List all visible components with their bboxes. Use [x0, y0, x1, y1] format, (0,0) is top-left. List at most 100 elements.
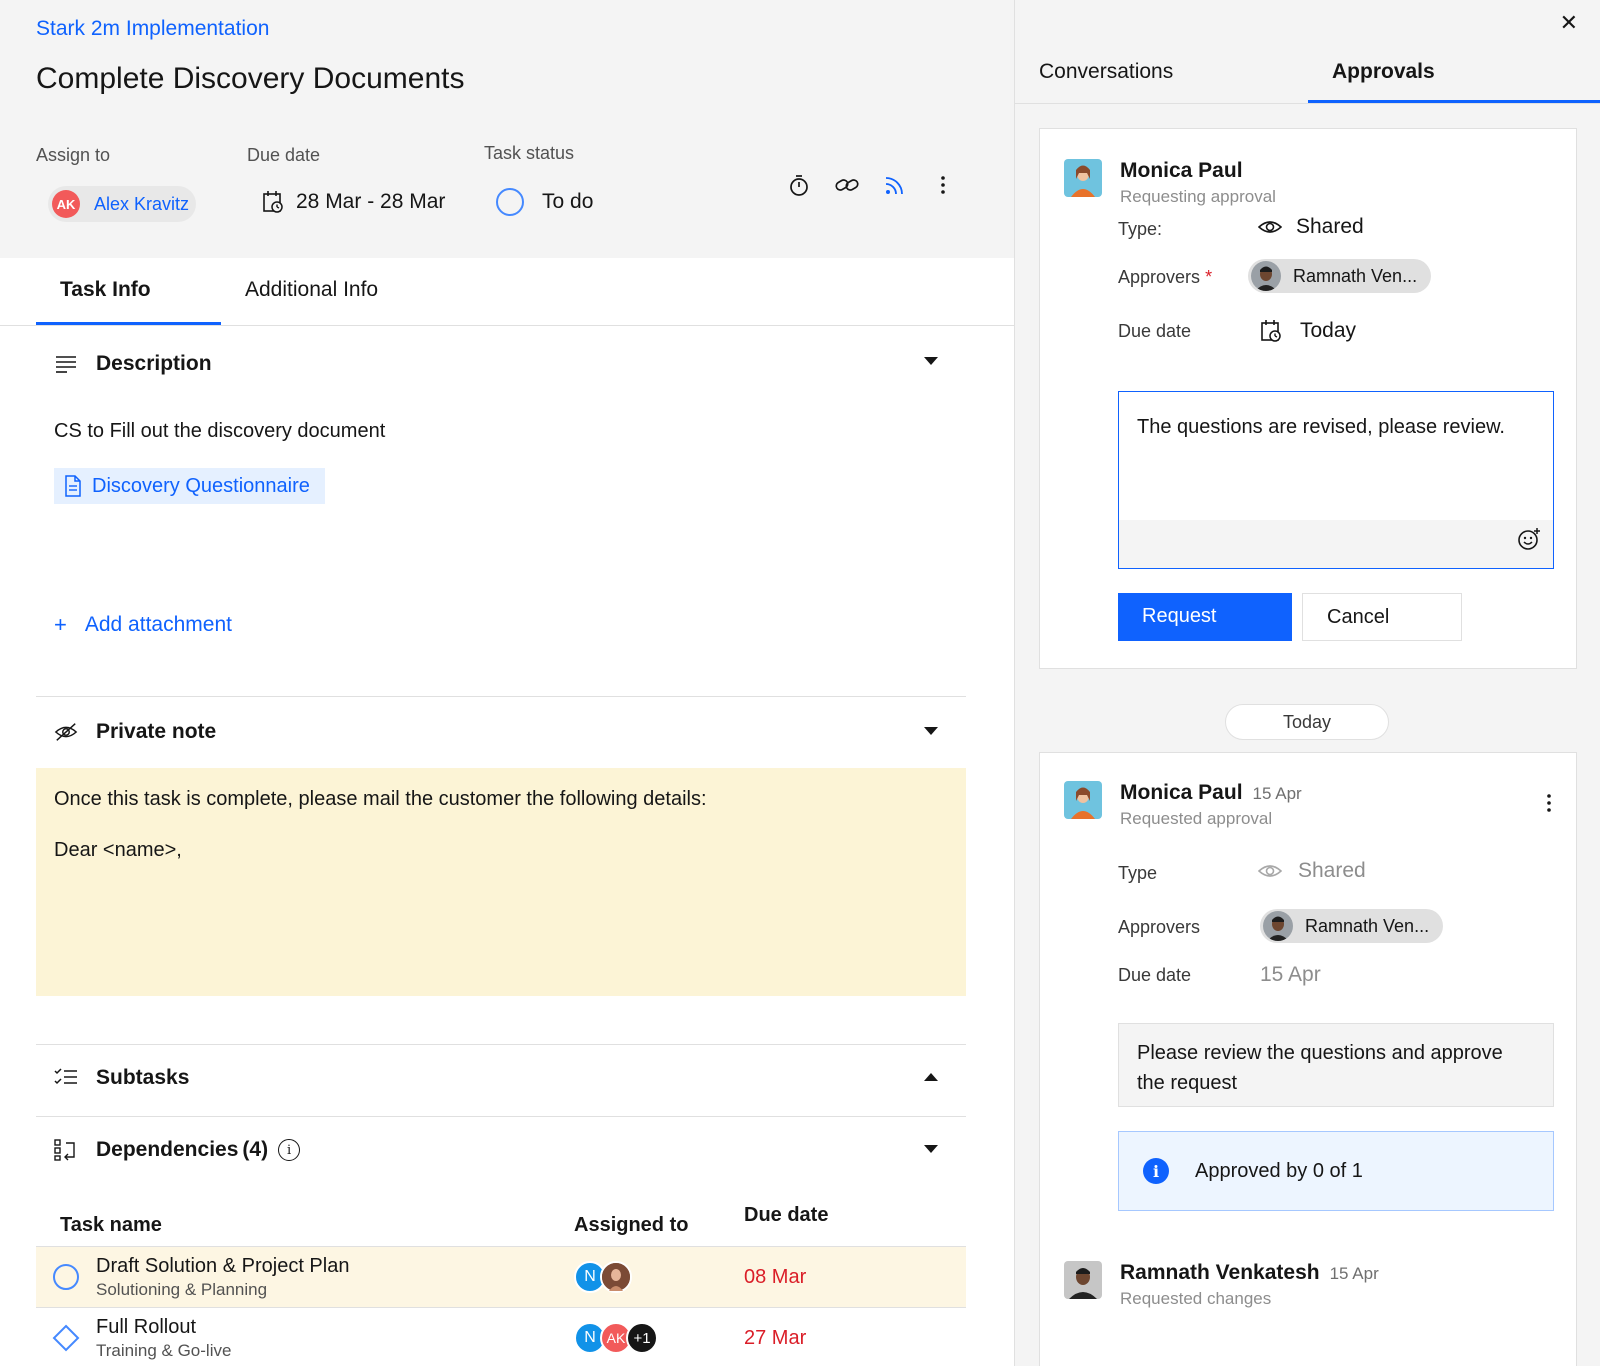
type-value: Shared	[1298, 859, 1366, 882]
tab-additional-info[interactable]: Additional Info	[221, 262, 406, 325]
plus-icon: +	[54, 612, 67, 637]
subtasks-section-toggle[interactable]: Subtasks	[54, 1066, 189, 1090]
breadcrumb-project-link[interactable]: Stark 2m Implementation	[36, 17, 269, 41]
type-label: Type	[1118, 863, 1158, 883]
close-icon[interactable]: ✕	[1560, 10, 1578, 36]
approval-status-text: Approved by 0 of 1	[1195, 1159, 1363, 1182]
chevron-down-icon[interactable]	[924, 1145, 938, 1153]
tab-conversations[interactable]: Conversations	[1015, 48, 1308, 103]
avatar-photo	[600, 1261, 632, 1293]
avatar: AK	[52, 190, 80, 218]
approvers-readonly: Ramnath Ven...	[1260, 909, 1444, 943]
eye-icon	[1258, 221, 1282, 233]
attachment-link[interactable]: Discovery Questionnaire	[54, 468, 325, 504]
type-dropdown[interactable]: Shared	[1258, 215, 1364, 239]
column-header-task-name[interactable]: Task name	[36, 1204, 574, 1246]
description-section-toggle[interactable]: Description	[54, 352, 212, 376]
due-date-value: 28 Mar - 28 Mar	[296, 190, 446, 213]
milestone-diamond-icon[interactable]	[52, 1324, 80, 1352]
link-icon[interactable]	[834, 172, 860, 198]
status-circle-icon	[496, 188, 524, 216]
info-icon[interactable]: i	[278, 1139, 301, 1161]
dependencies-count: (4)	[242, 1138, 269, 1161]
assignee-chip[interactable]: AK Alex Kravitz	[48, 186, 196, 222]
task-phase: Solutioning & Planning	[96, 1279, 268, 1299]
dependency-icon	[54, 1138, 78, 1162]
task-name: Full Rollout	[96, 1315, 197, 1338]
requester-status: Requested approval	[1120, 809, 1273, 828]
status-circle-icon[interactable]	[52, 1263, 80, 1291]
day-separator: Today	[1225, 704, 1389, 740]
task-phase: Training & Go-live	[96, 1340, 232, 1360]
table-row[interactable]: Full Rollout Training & Go-live N AK +1 …	[36, 1307, 966, 1366]
private-note-section-toggle[interactable]: Private note	[54, 720, 216, 744]
due-date-picker[interactable]: 28 Mar - 28 Mar	[262, 190, 445, 214]
emoji-icon[interactable]	[1517, 527, 1541, 556]
add-attachment-button[interactable]: + Add attachment	[54, 612, 232, 638]
comment-textarea[interactable]: The questions are revised, please review…	[1118, 391, 1554, 569]
subtasks-heading: Subtasks	[96, 1066, 190, 1089]
description-icon	[54, 352, 78, 376]
assignee-name: Alex Kravitz	[94, 193, 190, 214]
task-name: Draft Solution & Project Plan	[96, 1254, 350, 1277]
requester-header: Monica Paul Requesting approval	[1064, 159, 1276, 207]
requester-status: Requesting approval	[1120, 187, 1276, 206]
table-header: Task name Assigned to Due date	[36, 1196, 966, 1246]
requester-name: Monica Paul	[1120, 781, 1243, 804]
approvers-select[interactable]: Ramnath Ven...	[1248, 259, 1432, 293]
section-divider	[36, 1044, 966, 1045]
add-attachment-label: Add attachment	[84, 613, 232, 636]
due-date-overdue: 08 Mar	[744, 1265, 807, 1288]
due-date-value: Today	[1300, 319, 1357, 342]
type-value-readonly: Shared	[1258, 859, 1366, 883]
timer-icon[interactable]	[786, 172, 812, 198]
checklist-icon	[54, 1066, 78, 1090]
task-status-dropdown[interactable]: To do	[496, 188, 593, 216]
avatar-photo	[1064, 1261, 1102, 1299]
approver-name: Ramnath Ven...	[1293, 265, 1418, 286]
page-title: Complete Discovery Documents	[36, 62, 465, 95]
dependencies-table: Task name Assigned to Due date Draft Sol…	[36, 1196, 966, 1366]
approvers-label: Approvers *	[1118, 267, 1213, 287]
reply-status: Requested changes	[1120, 1289, 1272, 1308]
approvals-panel: ✕ Conversations Approvals Monica Paul Re…	[1014, 0, 1600, 1366]
tab-task-info[interactable]: Task Info	[36, 262, 221, 325]
due-date-label: Due date	[247, 145, 321, 165]
column-header-due-date[interactable]: Due date	[744, 1204, 944, 1246]
chevron-up-icon[interactable]	[924, 1073, 938, 1081]
cancel-button[interactable]: Cancel	[1302, 593, 1462, 641]
avatar-photo	[1263, 911, 1293, 941]
table-row[interactable]: Draft Solution & Project Plan Solutionin…	[36, 1246, 966, 1307]
info-icon: i	[1143, 1158, 1169, 1184]
reply-date: 15 Apr	[1329, 1264, 1379, 1283]
column-header-assigned-to[interactable]: Assigned to	[574, 1204, 744, 1246]
hidden-eye-icon	[54, 720, 78, 744]
approver-chip[interactable]: Ramnath Ven...	[1260, 909, 1444, 943]
avatar-photo	[1064, 781, 1102, 819]
overflow-menu-icon[interactable]	[1546, 793, 1552, 813]
side-panel-tabs: Conversations Approvals	[1015, 48, 1600, 104]
chevron-down-icon[interactable]	[924, 357, 938, 365]
task-detail-panel: Stark 2m Implementation Complete Discove…	[0, 0, 1014, 1366]
approvers-label: Approvers	[1118, 917, 1201, 937]
more-assignees-badge: +1	[626, 1322, 658, 1354]
requester-name: Monica Paul	[1120, 159, 1243, 182]
request-button[interactable]: Request	[1118, 593, 1292, 641]
eye-icon	[1258, 865, 1282, 877]
tab-approvals[interactable]: Approvals	[1308, 48, 1600, 103]
overflow-menu-icon[interactable]	[930, 172, 956, 198]
rss-icon[interactable]	[882, 172, 908, 198]
section-divider	[36, 696, 966, 697]
task-header: Stark 2m Implementation Complete Discove…	[0, 0, 1014, 258]
due-date-picker[interactable]: Today	[1260, 319, 1356, 343]
dependencies-heading: Dependencies	[96, 1138, 239, 1161]
avatar-photo	[1064, 159, 1102, 197]
chevron-down-icon[interactable]	[924, 727, 938, 735]
assignee-avatars[interactable]: N AK +1	[574, 1322, 744, 1354]
request-date: 15 Apr	[1252, 784, 1302, 803]
private-note-heading: Private note	[96, 720, 217, 743]
assignee-avatars[interactable]: N	[574, 1261, 744, 1293]
dependencies-section-toggle[interactable]: Dependencies (4) i	[54, 1138, 301, 1162]
private-note-content[interactable]: Once this task is complete, please mail …	[36, 768, 966, 996]
approver-chip[interactable]: Ramnath Ven...	[1248, 259, 1432, 293]
